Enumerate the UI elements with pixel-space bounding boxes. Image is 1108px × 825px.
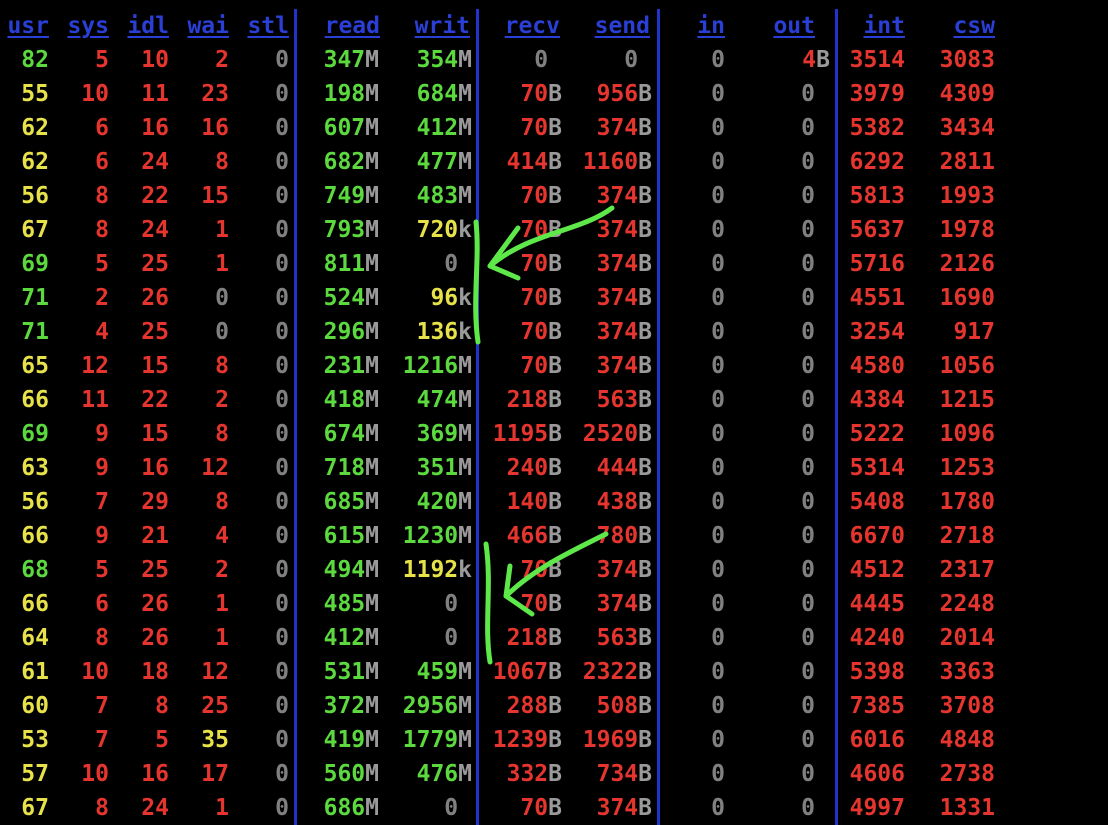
annotation-bracket-top xyxy=(473,219,481,345)
handwritten-annotation xyxy=(473,205,615,665)
annotation-bracket-bottom xyxy=(483,541,493,665)
annotation-arrow-bottom-shaft xyxy=(503,531,609,599)
dstat-terminal: usr sys idl wai stl read writ recv send in out int c… xyxy=(0,0,1108,825)
